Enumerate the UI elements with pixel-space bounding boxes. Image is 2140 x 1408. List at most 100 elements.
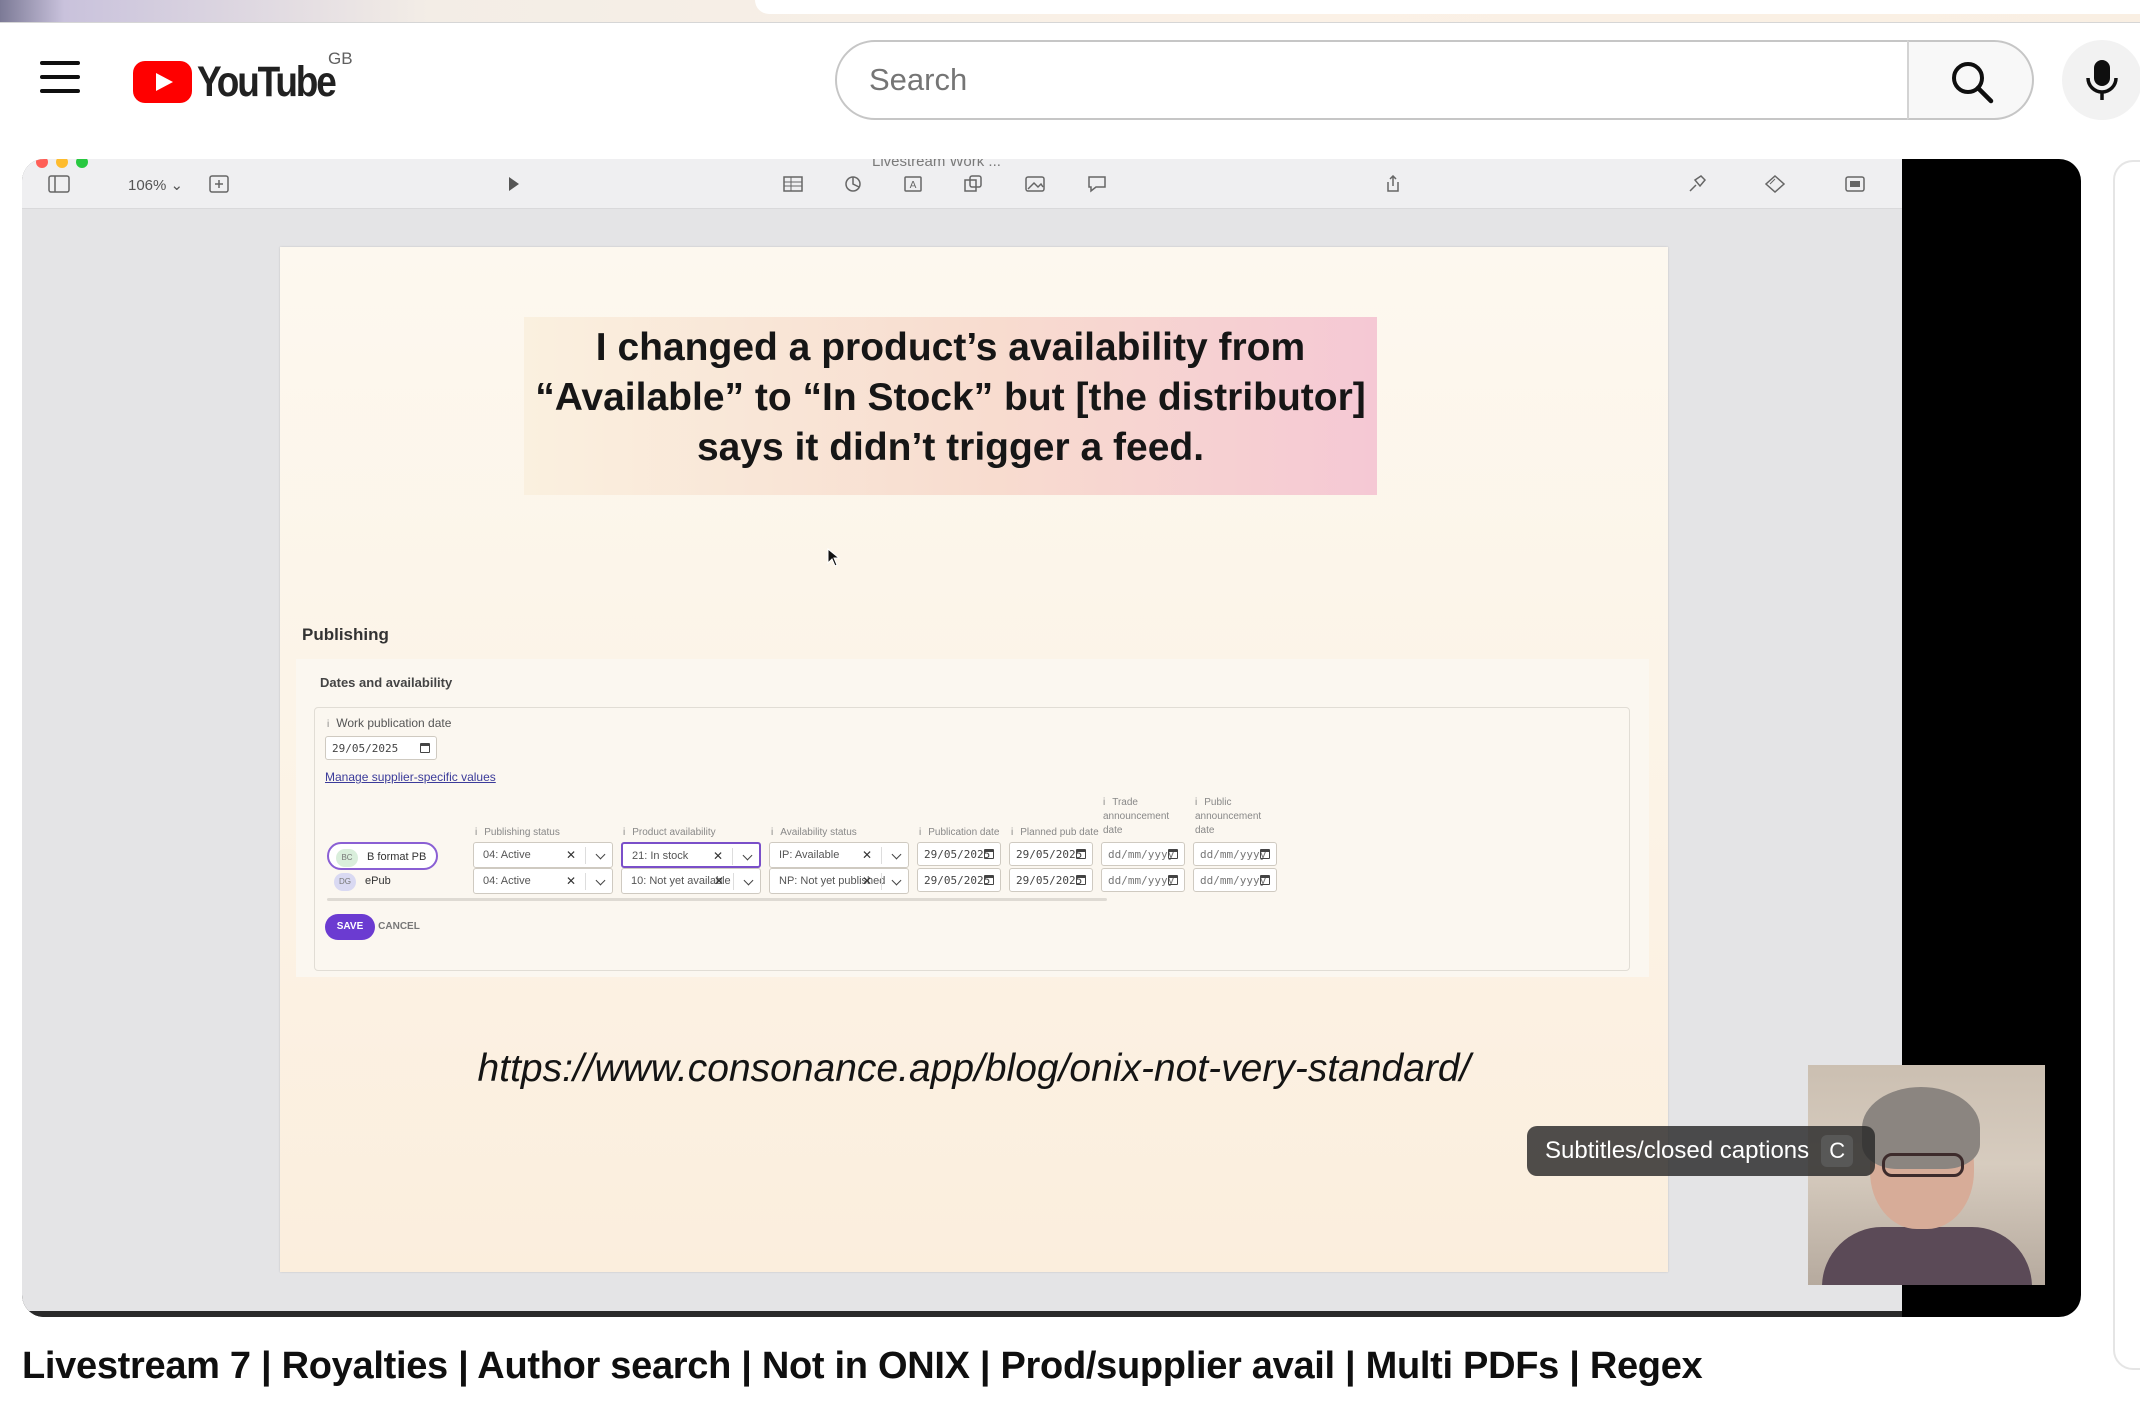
zoom-value: 106% — [128, 177, 167, 194]
col-header-product-availability: i Product availability — [623, 827, 716, 838]
video-title: Livestream 7 | Royalties | Author search… — [22, 1345, 1703, 1387]
chevron-down-icon[interactable] — [891, 849, 902, 860]
chevron-down-icon[interactable] — [595, 849, 606, 860]
voice-search-button[interactable] — [2062, 40, 2140, 120]
browser-top-edge — [0, 0, 2140, 22]
publishing-status-select[interactable]: 04: Active ✕ — [473, 842, 613, 868]
mic-icon — [2086, 60, 2118, 100]
col-header-availability-status: i Availability status — [771, 827, 857, 838]
svg-text:A: A — [910, 180, 917, 191]
region-code: GB — [328, 49, 353, 68]
col-header-public-announcement: i Public announcement date — [1195, 797, 1262, 836]
planned-pub-date-input[interactable]: 29/05/2025 — [1009, 868, 1093, 892]
product-availability-select[interactable]: 10: Not yet available ✕ — [621, 868, 761, 894]
product-chip[interactable]: DG ePub — [327, 868, 401, 896]
minimize-window-icon — [56, 159, 68, 168]
clear-icon[interactable]: ✕ — [566, 874, 576, 888]
product-availability-select[interactable]: 21: In stock ✕ — [621, 842, 761, 868]
zoom-window-icon — [76, 159, 88, 168]
clear-icon[interactable]: ✕ — [862, 848, 872, 862]
clear-icon[interactable]: ✕ — [862, 874, 872, 888]
play-icon[interactable] — [502, 175, 524, 193]
table-scrollbar[interactable] — [327, 898, 1107, 901]
col-header-planned-pub-date: i Planned pub date — [1011, 827, 1099, 838]
calendar-icon — [1168, 849, 1178, 859]
slide-quote: I changed a product’s availability from … — [535, 326, 1366, 469]
table-icon[interactable] — [782, 175, 804, 193]
work-pub-label: i Work publication date — [327, 716, 452, 730]
keynote-toolbar: Livestream Work ... 106% ⌄ A — [22, 159, 1902, 209]
cc-tooltip-text: Subtitles/closed captions — [1545, 1137, 1810, 1164]
avatar: DG — [334, 873, 356, 891]
text-icon[interactable]: A — [902, 175, 924, 193]
document-title: Livestream Work ... — [872, 159, 1001, 170]
calendar-icon — [1260, 875, 1270, 885]
form-title: Publishing — [302, 625, 389, 644]
clear-icon[interactable]: ✕ — [713, 849, 723, 863]
zoom-select[interactable]: 106% ⌄ — [102, 170, 196, 198]
search-box — [835, 40, 1909, 120]
comment-icon[interactable] — [1086, 175, 1108, 193]
masthead: YouTube GB — [0, 23, 2140, 135]
search-button[interactable] — [1907, 40, 2034, 120]
sidebar-toggle-icon[interactable] — [48, 175, 70, 193]
manage-supplier-link[interactable]: Manage supplier-specific values — [325, 770, 496, 784]
chevron-down-icon[interactable] — [595, 875, 606, 886]
public-announcement-input[interactable]: dd/mm/yyyy — [1193, 842, 1277, 866]
cc-shortcut-key: C — [1821, 1135, 1854, 1167]
planned-pub-date-input[interactable]: 29/05/2025 — [1009, 842, 1093, 866]
add-slide-icon[interactable] — [208, 175, 230, 193]
availability-status-select[interactable]: IP: Available ✕ — [769, 842, 909, 868]
video-player[interactable]: Livestream Work ... 106% ⌄ A I changed a… — [22, 159, 2081, 1317]
browser-url-pill — [755, 0, 2140, 14]
cancel-button[interactable]: CANCEL — [369, 914, 429, 940]
section-title: Dates and availability — [320, 675, 453, 690]
chevron-down-icon[interactable] — [742, 850, 753, 861]
clear-icon[interactable]: ✕ — [714, 874, 724, 888]
col-header-publishing-status: i Publishing status — [475, 827, 560, 838]
format-icon[interactable] — [1686, 175, 1708, 193]
hamburger-icon[interactable] — [40, 61, 80, 97]
chevron-down-icon[interactable] — [743, 875, 754, 886]
close-window-icon — [36, 159, 48, 168]
col-header-trade-announcement: i Trade announcement date — [1103, 797, 1170, 836]
publication-date-input[interactable]: 29/05/2025 — [917, 868, 1001, 892]
product-chip[interactable]: BC B format PB — [327, 842, 439, 870]
calendar-icon — [420, 743, 430, 753]
public-announcement-input[interactable]: dd/mm/yyyy — [1193, 868, 1277, 892]
work-pub-date-input[interactable]: 29/05/2025 — [325, 736, 437, 760]
cc-tooltip: Subtitles/closed captions C — [1527, 1126, 1876, 1176]
progress-bar[interactable] — [22, 1311, 1902, 1317]
youtube-wordmark: YouTube — [197, 57, 337, 106]
shape-icon[interactable] — [962, 175, 984, 193]
publishing-status-select[interactable]: 04: Active ✕ — [473, 868, 613, 894]
trade-announcement-input[interactable]: dd/mm/yyyy — [1101, 868, 1185, 892]
share-icon[interactable] — [1382, 175, 1404, 193]
trade-announcement-input[interactable]: dd/mm/yyyy — [1101, 842, 1185, 866]
media-icon[interactable] — [1024, 175, 1046, 193]
mouse-cursor-icon — [827, 548, 841, 567]
calendar-icon — [984, 849, 994, 859]
document-icon[interactable] — [1844, 175, 1866, 193]
search-input[interactable] — [869, 42, 1869, 118]
chevron-down-icon[interactable] — [891, 875, 902, 886]
calendar-icon — [984, 875, 994, 885]
calendar-icon — [1076, 849, 1086, 859]
search-icon — [1952, 62, 1994, 104]
availability-panel: i Work publication date 29/05/2025 Manage… — [314, 707, 1630, 971]
presenter-body — [1822, 1227, 2032, 1285]
slide-url: https://www.consonance.app/blog/onix-not… — [477, 1047, 1471, 1090]
animate-icon[interactable] — [1764, 175, 1786, 193]
calendar-icon — [1260, 849, 1270, 859]
quote-box: I changed a product’s availability from … — [524, 317, 1377, 495]
clear-icon[interactable]: ✕ — [566, 848, 576, 862]
availability-status-select[interactable]: NP: Not yet published ✕ — [769, 868, 909, 894]
youtube-logo[interactable]: YouTube — [133, 57, 357, 106]
save-button[interactable]: SAVE — [325, 914, 375, 940]
chart-icon[interactable] — [842, 175, 864, 193]
presenter-glasses — [1882, 1153, 1964, 1177]
info-icon: i — [327, 719, 330, 730]
col-header-publication-date: i Publication date — [919, 827, 1000, 838]
slide: I changed a product’s availability from … — [280, 247, 1668, 1272]
publication-date-input[interactable]: 29/05/2025 — [917, 842, 1001, 866]
